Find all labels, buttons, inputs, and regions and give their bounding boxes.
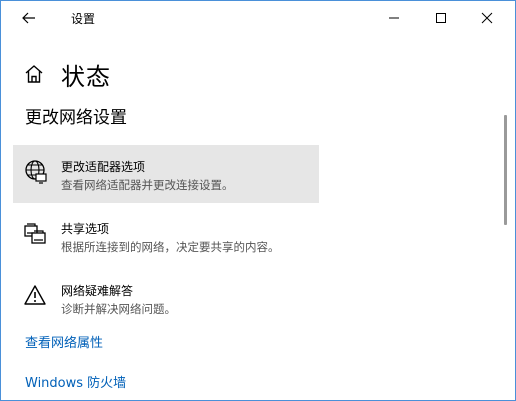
- view-network-properties-link[interactable]: 查看网络属性: [25, 332, 103, 351]
- globe-monitor-icon: [25, 160, 47, 184]
- warning-icon: [24, 285, 46, 305]
- close-button[interactable]: [464, 1, 510, 35]
- scrollbar[interactable]: [504, 115, 507, 225]
- maximize-icon: [436, 13, 446, 23]
- sharing-options[interactable]: 共享选项 根据所连接到的网络，决定要共享的内容。: [13, 207, 319, 265]
- item-description: 查看网络适配器并更改连接设置。: [61, 178, 234, 192]
- section-title: 更改网络设置: [25, 108, 127, 128]
- close-icon: [481, 12, 493, 24]
- page-header: 状态: [1, 35, 515, 97]
- page-title: 状态: [61, 63, 111, 91]
- maximize-button[interactable]: [418, 1, 464, 35]
- home-icon[interactable]: [23, 63, 45, 85]
- item-title: 共享选项: [61, 222, 110, 236]
- item-title: 更改适配器选项: [61, 160, 146, 174]
- content-area: 更改网络设置 更改适配器选项 查看网络适配器并更改连接设置。 共享选项 根据所连…: [1, 97, 515, 400]
- change-adapter-options[interactable]: 更改适配器选项 查看网络适配器并更改连接设置。: [13, 145, 319, 203]
- back-arrow-icon: [22, 12, 35, 24]
- item-description: 诊断并解决网络问题。: [61, 302, 176, 316]
- windows-firewall-link[interactable]: Windows 防火墙: [25, 372, 126, 391]
- item-description: 根据所连接到的网络，决定要共享的内容。: [61, 240, 280, 254]
- back-button[interactable]: [15, 7, 43, 29]
- minimize-icon: [389, 17, 399, 19]
- item-title: 网络疑难解答: [61, 284, 134, 298]
- network-troubleshooter[interactable]: 网络疑难解答 诊断并解决网络问题。: [13, 269, 319, 327]
- window-title: 设置: [71, 12, 96, 26]
- settings-window: 设置 状态 更改网络设置 更改适配器选项 查看网络适配器并更改连接设置。 共享选…: [0, 0, 516, 401]
- minimize-button[interactable]: [371, 1, 417, 35]
- sharing-printer-icon: [24, 223, 46, 244]
- title-bar: 设置: [1, 1, 515, 35]
